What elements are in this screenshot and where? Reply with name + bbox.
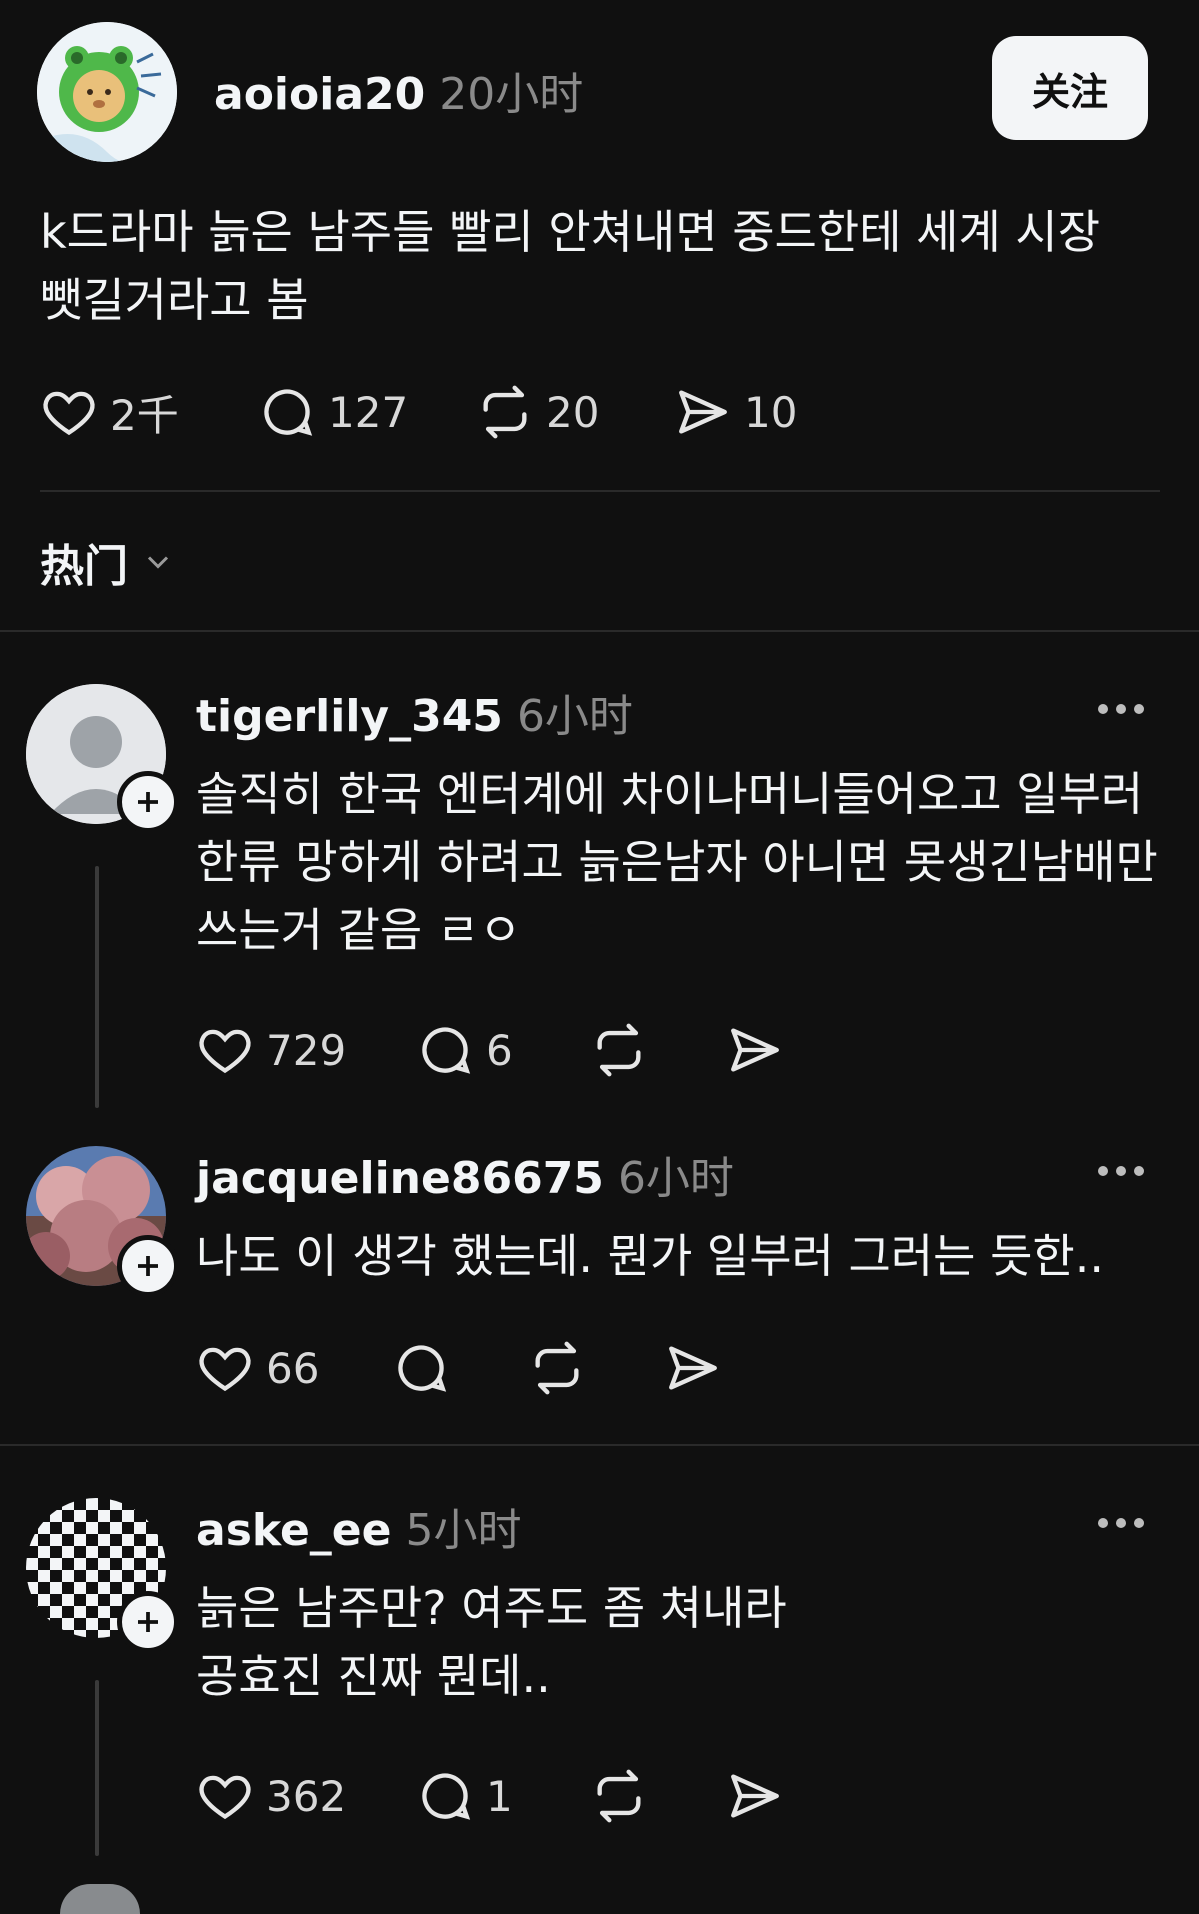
heart-icon (199, 1775, 251, 1820)
comment-header[interactable]: tigerlily_345 6小时 (196, 680, 633, 744)
reply-count: 1 (486, 1771, 513, 1821)
chevron-down-icon (147, 556, 169, 569)
post-text: k드라마 늙은 남주들 빨리 안쳐내면 중드한테 세계 시장 뺏길거라고 봄 (40, 205, 1101, 327)
repost-button[interactable] (590, 1021, 726, 1079)
repost-icon (535, 1341, 579, 1395)
comment-icon (264, 389, 313, 436)
comment-text: 나도 이 생각 했는데. 뭔가 일부러 그러는 듯한.. (196, 1229, 1104, 1283)
like-count: 2千 (110, 390, 179, 440)
heart-icon (43, 391, 95, 436)
repost-button[interactable] (590, 1767, 726, 1825)
like-button[interactable]: 729 (196, 1021, 416, 1079)
comment-username[interactable]: jacqueline86675 (196, 1153, 604, 1204)
plus-icon (138, 792, 158, 812)
reply-button[interactable]: 1 (416, 1767, 590, 1825)
post-time: 20小时 (439, 69, 584, 120)
plus-icon (138, 1256, 158, 1276)
follow-plus-button[interactable] (117, 1235, 179, 1297)
like-count: 729 (266, 1025, 347, 1075)
repost-button[interactable] (528, 1339, 664, 1397)
reply-button[interactable] (392, 1339, 528, 1397)
comment-icon (398, 1345, 447, 1392)
post-action-bar: 2千 127 20 10 (40, 382, 797, 442)
share-icon (669, 1346, 717, 1390)
comment-text: 늙은 남주만? 여주도 좀 쳐내라 공효진 진짜 뭔데.. (196, 1581, 787, 1703)
comment-action-bar: 362 1 (196, 1766, 784, 1826)
comment-time: 5小时 (405, 1505, 522, 1556)
reply-count: 6 (486, 1025, 513, 1075)
more-options-button[interactable] (1098, 1518, 1144, 1528)
divider (0, 1444, 1199, 1446)
comment-icon (422, 1027, 471, 1074)
author-avatar[interactable] (37, 22, 177, 162)
repost-icon (597, 1769, 641, 1823)
share-icon (731, 1774, 779, 1818)
reply-button[interactable]: 127 (258, 383, 476, 441)
sort-label: 热门 (40, 541, 128, 592)
share-icon (679, 390, 727, 434)
comment-header[interactable]: jacqueline86675 6小时 (196, 1142, 734, 1206)
share-button[interactable] (726, 1021, 784, 1079)
like-button[interactable]: 2千 (40, 382, 258, 443)
comment-action-bar: 729 6 (196, 1020, 784, 1080)
share-count: 10 (744, 387, 798, 437)
repost-button[interactable]: 20 (476, 383, 674, 441)
next-comment-avatar[interactable] (60, 1884, 140, 1914)
comment-action-bar: 66 (196, 1338, 722, 1398)
follow-button[interactable]: 关注 (992, 36, 1148, 140)
thread-line (95, 1680, 99, 1856)
comment-time: 6小时 (617, 1153, 734, 1204)
author-username-text[interactable]: aoioia20 (214, 69, 425, 120)
reply-count: 127 (328, 387, 409, 437)
share-icon (731, 1028, 779, 1072)
comment-username[interactable]: aske_ee (196, 1505, 392, 1556)
repost-count: 20 (546, 387, 600, 437)
comment-icon (422, 1773, 471, 1820)
like-count: 66 (266, 1343, 320, 1393)
like-button[interactable]: 362 (196, 1767, 416, 1825)
repost-icon (483, 385, 527, 439)
comment-header[interactable]: aske_ee 5小时 (196, 1494, 522, 1558)
sort-selector[interactable]: 热门 (40, 530, 176, 594)
follow-plus-button[interactable] (117, 771, 179, 833)
repost-icon (597, 1023, 641, 1077)
share-button[interactable] (726, 1767, 784, 1825)
heart-icon (199, 1029, 251, 1074)
reply-button[interactable]: 6 (416, 1021, 590, 1079)
comment-time: 6小时 (516, 691, 633, 742)
comment-text: 솔직히 한국 엔터계에 차이나머니들어오고 일부러 한류 망하게 하려고 늙은남… (196, 767, 1158, 957)
author-username[interactable]: aoioia20 20小时 (214, 58, 583, 122)
plus-icon (138, 1612, 158, 1632)
more-options-button[interactable] (1098, 704, 1144, 714)
heart-icon (199, 1347, 251, 1392)
share-button[interactable]: 10 (674, 383, 797, 441)
divider (40, 490, 1160, 492)
share-button[interactable] (664, 1339, 722, 1397)
more-options-button[interactable] (1098, 1166, 1144, 1176)
like-button[interactable]: 66 (196, 1339, 392, 1397)
follow-plus-button[interactable] (117, 1591, 179, 1653)
comment-username[interactable]: tigerlily_345 (196, 691, 503, 742)
divider (0, 630, 1199, 632)
like-count: 362 (266, 1771, 347, 1821)
thread-line (95, 866, 99, 1108)
